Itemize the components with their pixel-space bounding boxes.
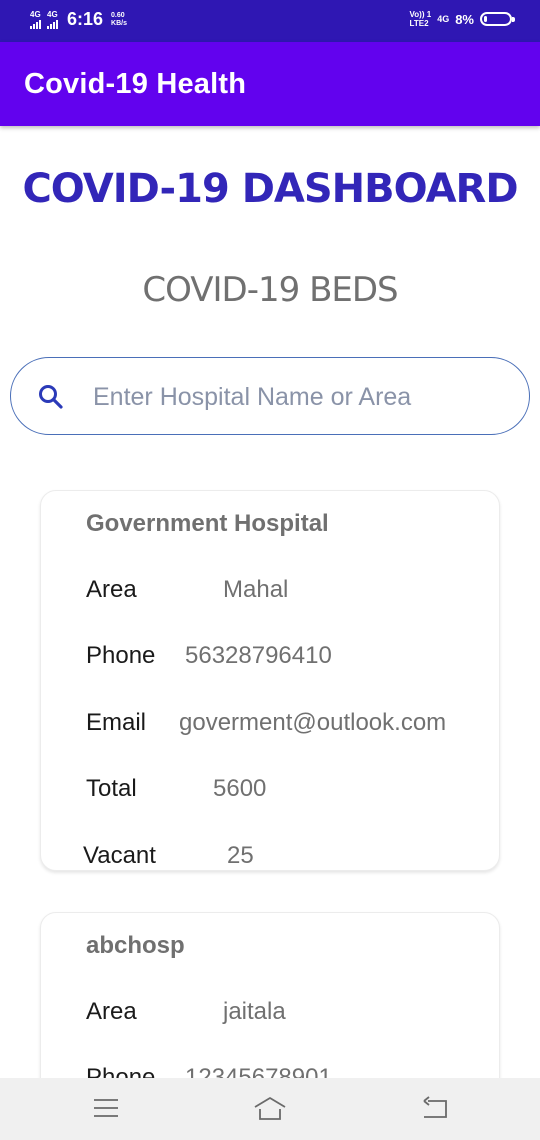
speed-value: 0.60 xyxy=(111,11,125,19)
area-value: Mahal xyxy=(223,576,289,603)
menu-icon[interactable] xyxy=(92,1095,120,1126)
status-bar-right: Vo)) 1 LTE2 4G 8% xyxy=(410,10,515,28)
email-value: goverment@outlook.com xyxy=(179,709,447,736)
volte-line-2: LTE2 xyxy=(409,19,429,28)
clock: 6:16 xyxy=(67,9,104,29)
search-icon[interactable] xyxy=(37,383,65,416)
speed-unit: KB/s xyxy=(111,19,127,27)
hospital-name: abchosp xyxy=(86,932,185,959)
area-value: jaitala xyxy=(223,998,286,1025)
search-input[interactable] xyxy=(91,376,515,418)
total-label: Total xyxy=(86,775,137,802)
area-label: Area xyxy=(86,998,137,1025)
area-label: Area xyxy=(86,576,137,603)
dashboard-title: COVID-19 DASHBOARD xyxy=(22,166,518,212)
volte-icon: Vo)) 1 LTE2 xyxy=(410,10,432,28)
battery-percentage: 8% xyxy=(455,11,474,27)
app-bar: Covid-19 Health xyxy=(0,42,540,126)
network-type-2: 4G xyxy=(47,9,58,19)
vacant-label: Vacant xyxy=(83,842,156,869)
navigation-bar xyxy=(0,1078,540,1140)
status-bar: 4G 4G 6:16 0.60 KB/s Vo)) 1 LTE2 4G 8% xyxy=(0,0,540,42)
status-bar-left: 4G 4G 6:16 0.60 KB/s xyxy=(30,9,127,30)
battery-icon xyxy=(480,12,515,26)
app-title: Covid-19 Health xyxy=(24,68,247,100)
hospital-name: Government Hospital xyxy=(86,510,329,537)
volte-line-1: Vo)) 1 xyxy=(409,10,432,19)
home-icon[interactable] xyxy=(252,1095,288,1126)
network-type-3: 4G xyxy=(437,14,450,24)
phone-value: 56328796410 xyxy=(185,642,332,669)
phone-label: Phone xyxy=(86,642,156,669)
beds-subtitle: COVID-19 BEDS xyxy=(142,270,398,310)
back-icon[interactable] xyxy=(420,1095,450,1126)
email-label: Email xyxy=(86,709,147,736)
signal-icon: 4G xyxy=(30,9,41,29)
signal-icon-2: 4G xyxy=(47,9,58,29)
hospital-card[interactable]: Government Hospital Area Mahal Phone 563… xyxy=(40,490,500,871)
vacant-value: 25 xyxy=(227,842,254,869)
search-bar[interactable] xyxy=(10,357,530,435)
network-speed: 0.60 KB/s xyxy=(111,12,127,28)
total-value: 5600 xyxy=(213,775,267,802)
network-type: 4G xyxy=(30,9,41,19)
